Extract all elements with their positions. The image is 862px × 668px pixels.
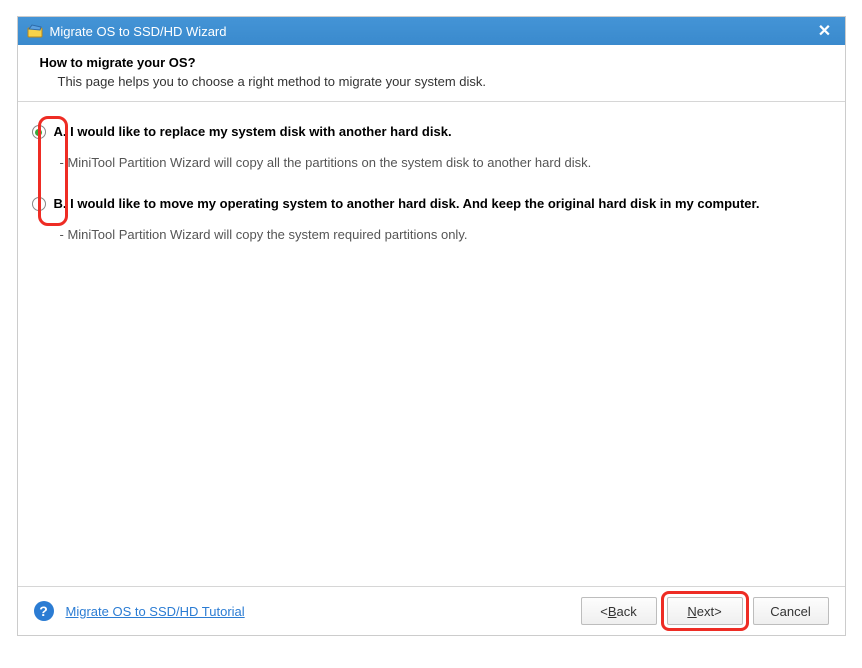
option-b-radio[interactable] bbox=[32, 197, 46, 211]
tutorial-link[interactable]: Migrate OS to SSD/HD Tutorial bbox=[66, 604, 245, 619]
options-group: A. I would like to replace my system dis… bbox=[32, 122, 831, 242]
option-a: A. I would like to replace my system dis… bbox=[32, 122, 831, 170]
back-label-rest: ack bbox=[617, 604, 637, 619]
option-b-desc: - MiniTool Partition Wizard will copy th… bbox=[60, 227, 831, 242]
wizard-content: A. I would like to replace my system dis… bbox=[18, 102, 845, 586]
titlebar: Migrate OS to SSD/HD Wizard ✕ bbox=[18, 17, 845, 45]
window-title: Migrate OS to SSD/HD Wizard bbox=[50, 24, 813, 39]
option-b-label: B. I would like to move my operating sys… bbox=[54, 196, 760, 211]
app-icon bbox=[26, 22, 44, 40]
option-a-label: A. I would like to replace my system dis… bbox=[54, 124, 452, 139]
option-a-row[interactable]: A. I would like to replace my system dis… bbox=[32, 122, 831, 141]
option-b: B. I would like to move my operating sys… bbox=[32, 194, 831, 242]
wizard-window: Migrate OS to SSD/HD Wizard ✕ How to mig… bbox=[17, 16, 846, 636]
back-button[interactable]: < Back bbox=[581, 597, 657, 625]
option-a-desc: - MiniTool Partition Wizard will copy al… bbox=[60, 155, 831, 170]
option-b-row[interactable]: B. I would like to move my operating sys… bbox=[32, 194, 831, 213]
help-icon[interactable]: ? bbox=[34, 601, 54, 621]
wizard-footer: ? Migrate OS to SSD/HD Tutorial < Back N… bbox=[18, 586, 845, 635]
cancel-button[interactable]: Cancel bbox=[753, 597, 829, 625]
page-title: How to migrate your OS? bbox=[40, 55, 827, 70]
page-subtitle: This page helps you to choose a right me… bbox=[58, 74, 827, 89]
wizard-header: How to migrate your OS? This page helps … bbox=[18, 45, 845, 102]
next-label-rest: ext bbox=[697, 604, 714, 619]
close-button[interactable]: ✕ bbox=[813, 19, 837, 43]
next-button-wrap: Next > bbox=[667, 597, 743, 625]
next-button[interactable]: Next > bbox=[667, 597, 743, 625]
option-a-radio[interactable] bbox=[32, 125, 46, 139]
